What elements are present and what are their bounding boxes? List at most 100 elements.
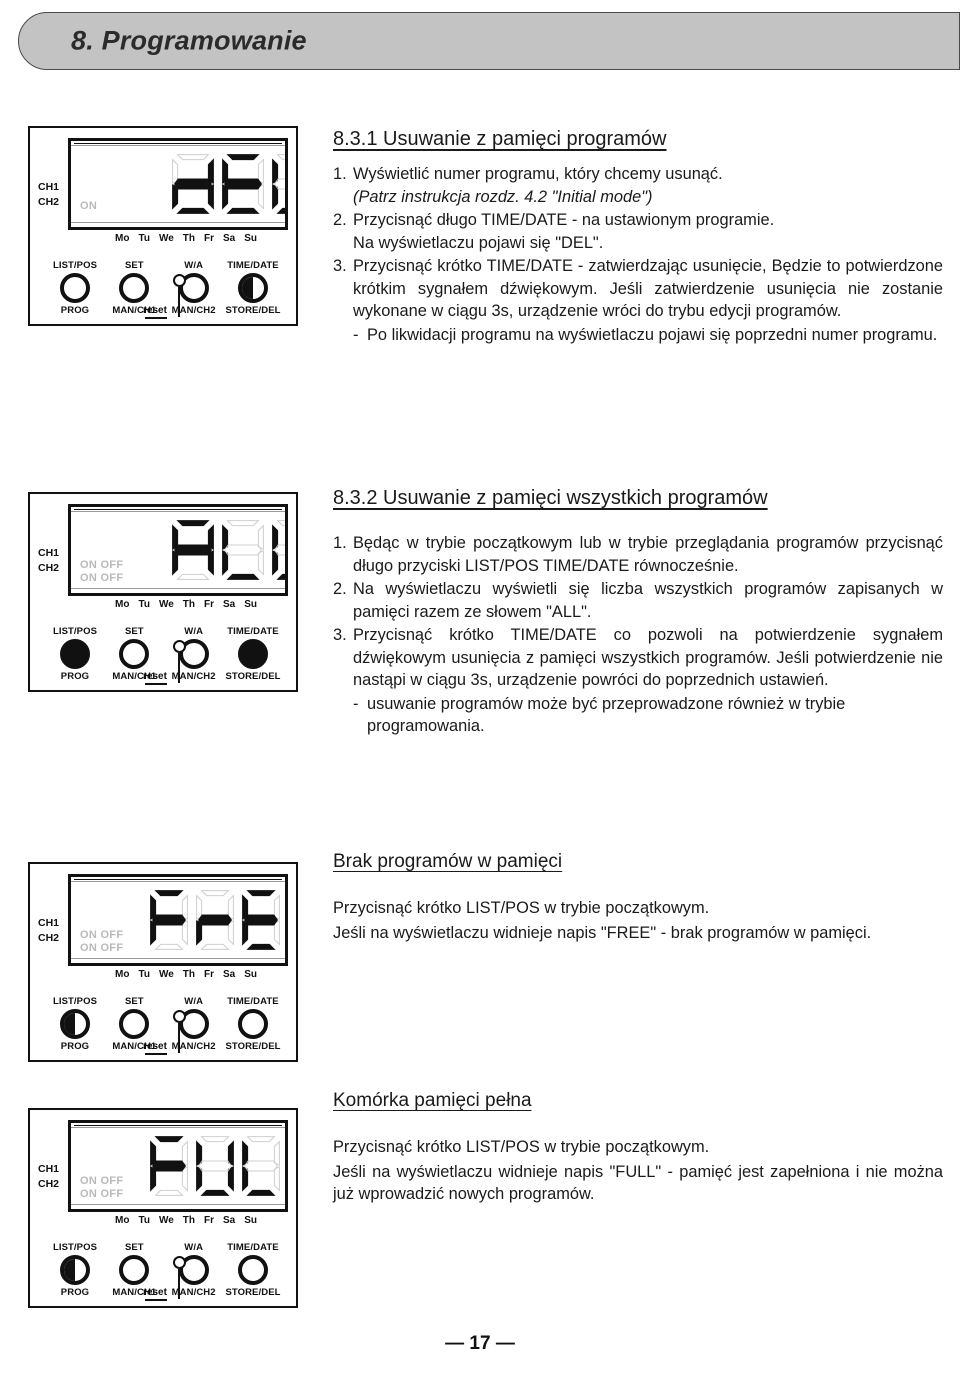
- seven-segment-char: [149, 1135, 189, 1202]
- step-line: (Patrz instrukcja rozdz. 4.2 "Initial mo…: [353, 187, 653, 206]
- step-line: Przycisnąć krótko TIME/DATE co pozwoli n…: [353, 626, 943, 689]
- button-store-del[interactable]: [237, 639, 268, 669]
- dash-list-831: - Po likwidacji programu na wyświetlaczu …: [333, 324, 943, 347]
- body-paragraph: Jeśli na wyświetlaczu widnieje napis "FR…: [333, 923, 872, 942]
- button-top-label-man-ch1: SET: [124, 1242, 144, 1253]
- channel-state-indicators: ON OFF ON OFF: [80, 1175, 123, 1201]
- reset-leader-elbow: [145, 317, 167, 319]
- step-line: Wyświetlić numer programu, który chcemy …: [353, 165, 723, 183]
- weekday-fr: Fr: [203, 969, 214, 980]
- button-man-ch1[interactable]: [119, 1255, 150, 1285]
- step-number: 2.: [333, 580, 347, 598]
- button-prog[interactable]: [60, 273, 90, 303]
- weekday-mo: Mo: [115, 599, 130, 610]
- button-top-label-man-ch2: W/A: [184, 626, 204, 637]
- step-number: 3.: [333, 257, 347, 275]
- weekday-tu: Tu: [138, 233, 150, 244]
- numbered-step: 1. Wyświetlić numer programu, który chcem…: [333, 163, 943, 208]
- weekday-su: Su: [244, 233, 257, 244]
- button-prog[interactable]: [60, 1009, 90, 1039]
- weekday-mo: Mo: [115, 1215, 130, 1226]
- reset-label: reset: [143, 305, 167, 316]
- reset-hole[interactable]: [172, 640, 186, 653]
- button-top-label-store-del: TIME/DATE: [227, 996, 279, 1007]
- step-line: Przycisnąć krótko TIME/DATE - zatwierdza…: [353, 257, 943, 320]
- button-man-ch1[interactable]: [119, 273, 150, 303]
- device-full: CH1 CH2 ON OFF ON OFF Mo Tu We Th Fr Sa Su LIST/POS…: [28, 1108, 298, 1308]
- button-bottom-label-prog: PROG: [60, 1287, 90, 1298]
- lcd-main-text: [171, 519, 285, 586]
- reset-leader-line: [178, 653, 180, 683]
- lcd-top-segment-bar: [71, 507, 285, 512]
- dash-list-832: - usuwanie programów może być przeprowadz…: [333, 693, 943, 738]
- section-brak-programow: Brak programów w pamięci Przycisnąć krót…: [333, 851, 943, 946]
- reset-hole[interactable]: [172, 274, 186, 287]
- button-top-label-man-ch1: SET: [124, 260, 144, 271]
- reset-leader-elbow: [145, 683, 167, 685]
- channel-labels: CH1 CH2: [38, 874, 68, 946]
- numbered-step: 3. Przycisnąć krótko TIME/DATE co pozwoli…: [333, 624, 943, 692]
- button-store-del[interactable]: [237, 1009, 268, 1039]
- channel-state: ON OFF: [80, 1188, 124, 1200]
- lcd-bottom-segment-bar: [71, 222, 285, 227]
- weekday-mo: Mo: [115, 969, 130, 980]
- weekday-we: We: [158, 233, 174, 244]
- reset-hole[interactable]: [172, 1256, 186, 1269]
- button-man-ch1[interactable]: [119, 639, 150, 669]
- lcd-display: ON OFF ON OFF: [68, 1120, 288, 1212]
- numbered-step: 2. Na wyświetlaczu wyświetli się liczba w…: [333, 578, 943, 623]
- step-line: Przycisnąć długo TIME/DATE - na ustawion…: [353, 211, 775, 229]
- lcd-bottom-segment-bar: [71, 1204, 285, 1209]
- channel-labels: CH1 CH2: [38, 504, 68, 576]
- weekday-indicators: Mo Tu We Th Fr Sa Su: [68, 233, 288, 244]
- program-number-digits: [80, 151, 117, 177]
- lcd-main-text: [149, 889, 285, 956]
- button-prog[interactable]: [60, 639, 90, 669]
- seven-segment-char: [171, 519, 215, 586]
- weekday-th: Th: [182, 233, 195, 244]
- channel-labels: CH1 CH2: [38, 138, 68, 210]
- paragraphs-full: Przycisnąć krótko LIST/POS w trybie pocz…: [333, 1136, 943, 1206]
- weekday-th: Th: [182, 599, 195, 610]
- reset-leader-elbow: [145, 1053, 167, 1055]
- steps-list-831: 1. Wyświetlić numer programu, który chcem…: [333, 163, 943, 323]
- channel-state: ON: [80, 200, 98, 212]
- button-prog[interactable]: [60, 1255, 90, 1285]
- weekday-fr: Fr: [203, 233, 214, 244]
- step-body: Na wyświetlaczu wyświetli się liczba wsz…: [353, 578, 943, 623]
- channel-state-indicators: ON: [80, 200, 97, 213]
- lcd-bottom-segment-bar: [71, 958, 285, 963]
- weekday-sa: Sa: [222, 599, 236, 610]
- weekday-indicators: Mo Tu We Th Fr Sa Su: [68, 599, 288, 610]
- channel-state: ON OFF: [80, 572, 124, 584]
- button-top-label-prog: LIST/POS: [52, 260, 98, 271]
- reset-leader-line: [178, 287, 180, 317]
- step-number: 3.: [333, 626, 347, 644]
- lcd-bottom-segment-bar: [71, 588, 285, 593]
- seven-segment-char: [171, 153, 215, 220]
- numbered-step: 2. Przycisnąć długo TIME/DATE - na ustawi…: [333, 209, 943, 254]
- button-store-del[interactable]: [237, 1255, 268, 1285]
- step-body: Przycisnąć krótko TIME/DATE co pozwoli n…: [353, 624, 943, 692]
- button-bottom-label-store-del: STORE/DEL: [225, 1041, 281, 1052]
- button-top-label-prog: LIST/POS: [52, 996, 98, 1007]
- ch2-label: CH2: [38, 562, 60, 574]
- weekday-mo: Mo: [115, 233, 130, 244]
- seven-segment-char: [271, 153, 285, 220]
- button-man-ch1[interactable]: [119, 1009, 150, 1039]
- dash-marker: -: [353, 694, 359, 713]
- button-store-del[interactable]: [237, 273, 268, 303]
- button-top-label-store-del: TIME/DATE: [227, 1242, 279, 1253]
- control-buttons: LIST/POS PROG SET MAN/CH1 W/A MAN/CH2 TIME/DAT…: [38, 626, 288, 685]
- channel-state: ON OFF: [80, 942, 124, 954]
- numbered-step: 1. Będąc w trybie początkowym lub w trybi…: [333, 532, 943, 577]
- weekday-su: Su: [244, 969, 257, 980]
- reset-label: reset: [143, 1287, 167, 1298]
- reset-hole[interactable]: [172, 1010, 186, 1023]
- seven-segment-char: [271, 519, 285, 586]
- weekday-fr: Fr: [203, 1215, 214, 1226]
- button-top-label-store-del: TIME/DATE: [227, 626, 279, 637]
- step-body: Przycisnąć długo TIME/DATE - na ustawion…: [353, 209, 943, 254]
- steps-list-832: 1. Będąc w trybie początkowym lub w trybi…: [333, 532, 943, 692]
- ch1-label: CH1: [38, 547, 60, 559]
